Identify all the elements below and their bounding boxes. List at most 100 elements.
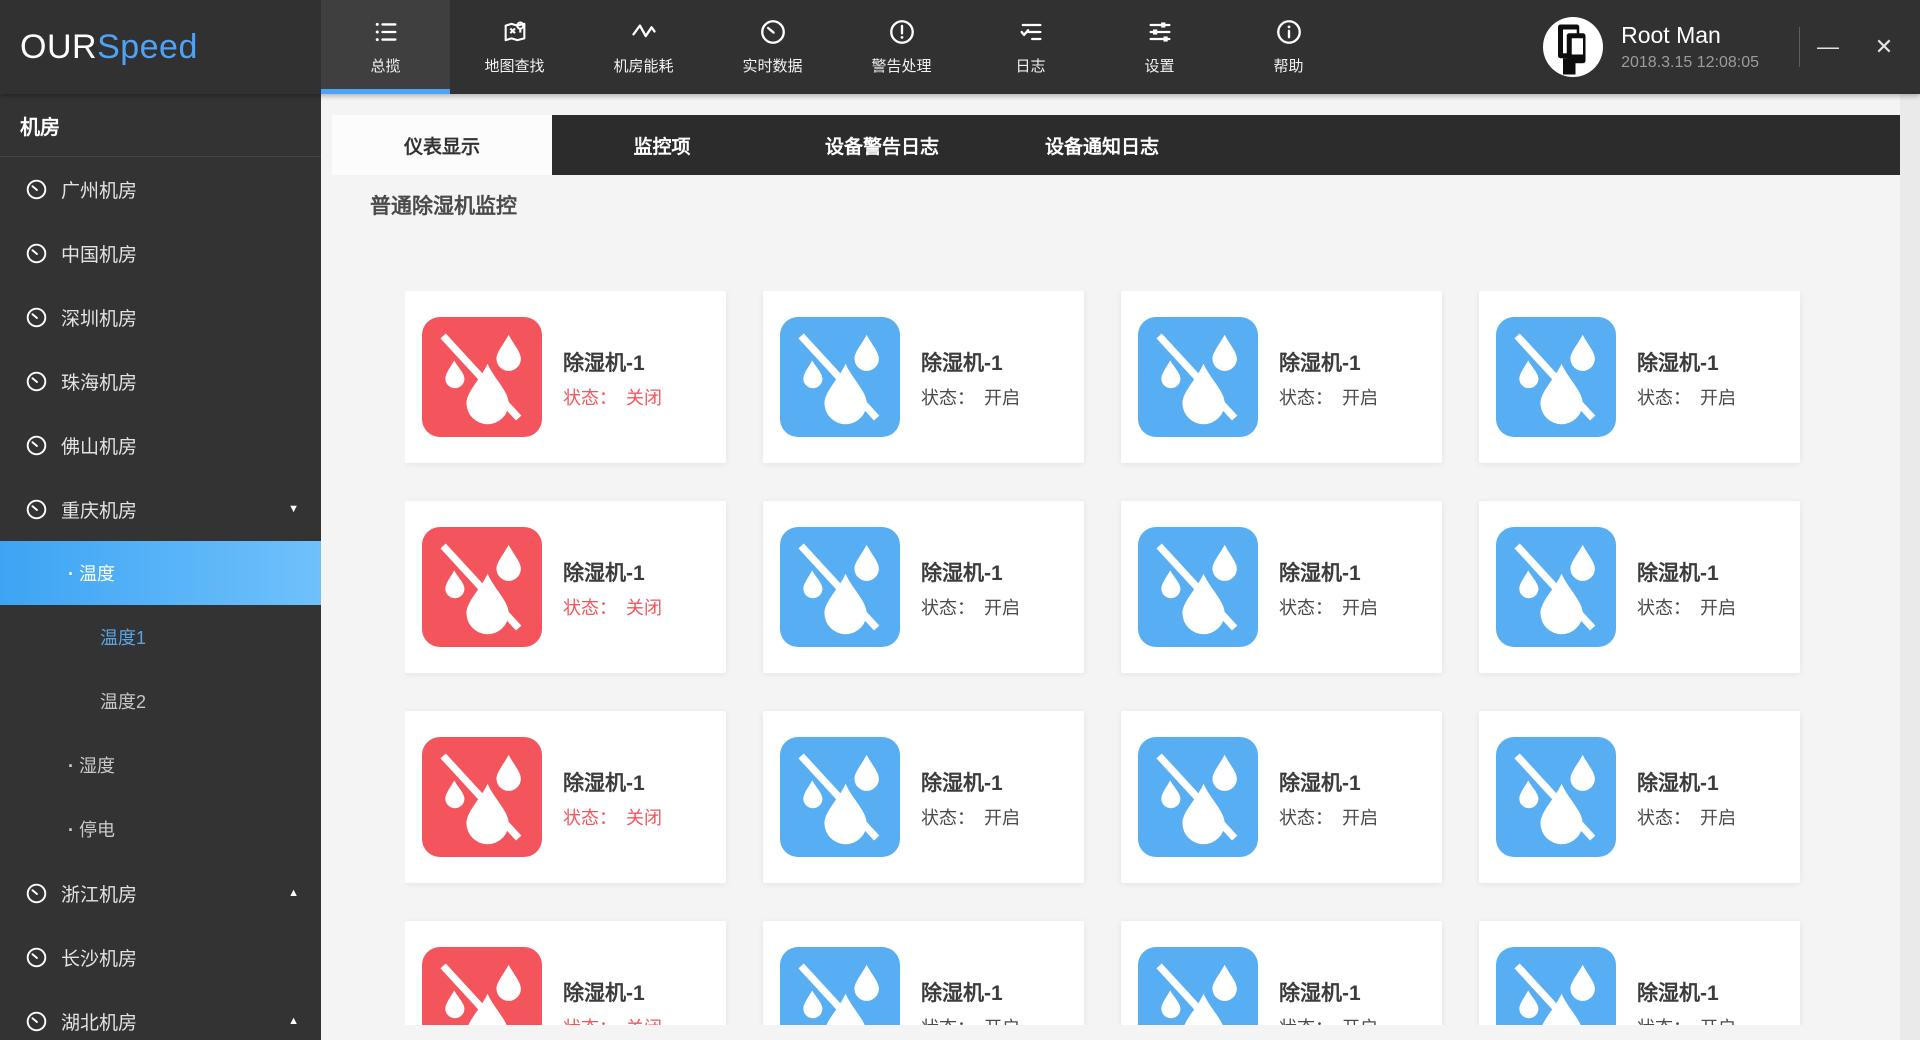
avatar[interactable] (1543, 17, 1603, 77)
device-status: 状态：开启 (921, 384, 1020, 410)
device-card[interactable]: 除湿机-1 状态：开启 (1121, 291, 1442, 463)
device-title: 除湿机-1 (1279, 767, 1361, 797)
nav-item-help[interactable]: 帮助 (1224, 0, 1353, 94)
gauge-icon (25, 946, 48, 969)
sidebar-item-temperature[interactable]: 温度 (0, 541, 321, 605)
device-card[interactable]: 除湿机-1 状态：开启 (763, 921, 1084, 1025)
nav-label: 实时数据 (742, 55, 802, 76)
tab-gauge-display[interactable]: 仪表显示 (332, 115, 552, 175)
nav-label: 警告处理 (871, 55, 931, 76)
device-card[interactable]: 除湿机-1 状态：关闭 (405, 711, 726, 883)
nav-item-overview[interactable]: 总揽 (321, 0, 450, 94)
gauge-icon (759, 18, 787, 46)
page-title: 普通除湿机监控 (370, 190, 517, 220)
tab-bar: 仪表显示 监控项 设备警告日志 设备通知日志 (332, 115, 1900, 175)
sidebar-item-chongqing[interactable]: 重庆机房 ▼ (0, 477, 321, 541)
dehumidifier-icon (780, 737, 900, 857)
user-box: Root Man 2018.3.15 12:08:05 — ✕ (1543, 0, 1920, 94)
dehumidifier-icon (780, 527, 900, 647)
dehumidifier-icon (780, 317, 900, 437)
nav-label: 日志 (1015, 55, 1045, 76)
device-title: 除湿机-1 (563, 347, 645, 377)
device-card[interactable]: 除湿机-1 状态：开启 (1479, 291, 1800, 463)
device-title: 除湿机-1 (1637, 557, 1719, 587)
device-card[interactable]: 除湿机-1 状态：关闭 (405, 501, 726, 673)
device-title: 除湿机-1 (1637, 977, 1719, 1007)
sidebar-item-changsha[interactable]: 长沙机房 (0, 925, 321, 989)
tab-monitor-items[interactable]: 监控项 (552, 115, 772, 175)
device-card[interactable]: 除湿机-1 状态：开启 (1121, 711, 1442, 883)
device-title: 除湿机-1 (921, 977, 1003, 1007)
chevron-down-icon[interactable]: ▼ (288, 503, 299, 515)
device-status: 状态：开启 (1637, 384, 1736, 410)
log-list-icon (1017, 18, 1045, 46)
device-card[interactable]: 除湿机-1 状态：关闭 (405, 921, 726, 1025)
sidebar-item-zhongguo[interactable]: 中国机房 (0, 221, 321, 285)
dehumidifier-icon (1138, 317, 1258, 437)
logo-part-our: OUR (20, 28, 97, 67)
nav-item-map-search[interactable]: 地图查找 (450, 0, 579, 94)
app-logo: OURSpeed (0, 0, 321, 94)
device-card[interactable]: 除湿机-1 状态：开启 (1121, 501, 1442, 673)
device-card[interactable]: 除湿机-1 状态：开启 (1121, 921, 1442, 1025)
gauge-icon (25, 370, 48, 393)
device-card[interactable]: 除湿机-1 状态：开启 (763, 711, 1084, 883)
sidebar-item-guangzhou[interactable]: 广州机房 (0, 157, 321, 221)
datetime: 2018.3.15 12:08:05 (1621, 54, 1759, 72)
device-card[interactable]: 除湿机-1 状态：开启 (763, 501, 1084, 673)
device-status: 状态：开启 (1637, 804, 1736, 830)
minimize-button[interactable]: — (1800, 0, 1856, 94)
device-title: 除湿机-1 (563, 767, 645, 797)
nav-item-settings[interactable]: 设置 (1095, 0, 1224, 94)
alert-circle-icon (888, 18, 916, 46)
device-status: 状态：关闭 (563, 804, 662, 830)
energy-pulse-icon (630, 18, 658, 46)
dehumidifier-icon (1138, 527, 1258, 647)
card-grid: 除湿机-1 状态：关闭 除湿机-1 状态：开启 除湿机-1 状态：开启 除湿机-… (405, 291, 1805, 1025)
device-status: 状态：关闭 (563, 384, 662, 410)
dehumidifier-icon (1138, 737, 1258, 857)
device-title: 除湿机-1 (1279, 977, 1361, 1007)
nav-item-realtime[interactable]: 实时数据 (708, 0, 837, 94)
sidebar-item-temperature2[interactable]: 温度2 (0, 669, 321, 733)
logo-part-speed: Speed (97, 28, 198, 67)
device-card[interactable]: 除湿机-1 状态：开启 (1479, 501, 1800, 673)
nav-label: 地图查找 (484, 55, 544, 76)
nav-item-alerts[interactable]: 警告处理 (837, 0, 966, 94)
sidebar-item-temperature1[interactable]: 温度1 (0, 605, 321, 669)
device-card[interactable]: 除湿机-1 状态：开启 (763, 291, 1084, 463)
device-card[interactable]: 除湿机-1 状态：开启 (1479, 711, 1800, 883)
gauge-icon (25, 1010, 48, 1033)
map-search-icon (501, 18, 529, 46)
device-title: 除湿机-1 (1279, 557, 1361, 587)
chevron-up-icon[interactable]: ▲ (288, 1015, 299, 1027)
dehumidifier-icon (422, 947, 542, 1025)
nav-label: 总揽 (370, 55, 400, 76)
sidebar-item-zhuhai[interactable]: 珠海机房 (0, 349, 321, 413)
sidebar-item-shenzhen[interactable]: 深圳机房 (0, 285, 321, 349)
gauge-icon (25, 498, 48, 521)
nav-item-energy[interactable]: 机房能耗 (579, 0, 708, 94)
chevron-up-icon[interactable]: ▲ (288, 887, 299, 899)
nav-label: 帮助 (1273, 55, 1303, 76)
tab-device-notify-log[interactable]: 设备通知日志 (992, 115, 1212, 175)
nav-item-logs[interactable]: 日志 (966, 0, 1095, 94)
sidebar-item-power-outage[interactable]: 停电 (0, 797, 321, 861)
device-status: 状态：开启 (1279, 384, 1378, 410)
sidebar-item-zhejiang[interactable]: 浙江机房 ▲ (0, 861, 321, 925)
top-nav: 总揽 地图查找 机房能耗 (321, 0, 1353, 94)
sidebar-item-foshan[interactable]: 佛山机房 (0, 413, 321, 477)
close-button[interactable]: ✕ (1856, 0, 1912, 94)
device-status: 状态：关闭 (563, 1014, 662, 1025)
sidebar-item-humidity[interactable]: 湿度 (0, 733, 321, 797)
device-status: 状态：开启 (1279, 1014, 1378, 1025)
dehumidifier-icon (422, 737, 542, 857)
sidebar-item-hubei[interactable]: 湖北机房 ▲ (0, 989, 321, 1040)
device-card[interactable]: 除湿机-1 状态：开启 (1479, 921, 1800, 1025)
dehumidifier-icon (780, 947, 900, 1025)
device-card[interactable]: 除湿机-1 状态：关闭 (405, 291, 726, 463)
tab-device-warning-log[interactable]: 设备警告日志 (772, 115, 992, 175)
device-title: 除湿机-1 (921, 557, 1003, 587)
device-title: 除湿机-1 (1637, 347, 1719, 377)
sidebar-section-title: 机房 (0, 94, 321, 157)
